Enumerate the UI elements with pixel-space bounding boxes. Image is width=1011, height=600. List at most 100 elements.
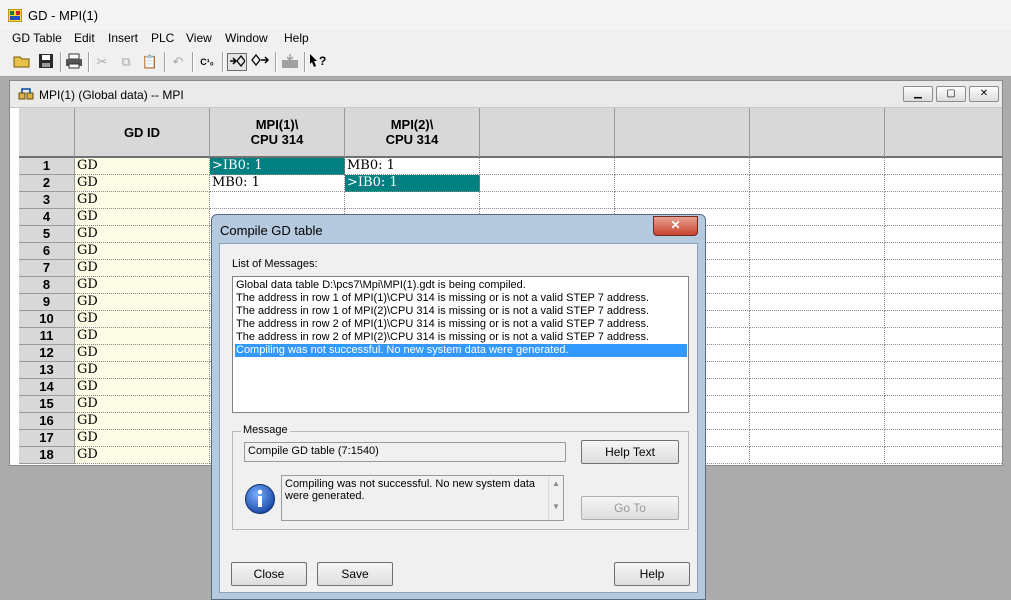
gd-id-cell[interactable]: GD xyxy=(75,328,210,345)
empty-cell[interactable] xyxy=(615,175,750,192)
close-child-button[interactable]: ✕ xyxy=(969,86,999,102)
empty-cell[interactable] xyxy=(885,243,1002,260)
minimize-button[interactable]: ▁ xyxy=(903,86,933,102)
gd-id-cell[interactable]: GD xyxy=(75,447,210,464)
menu-window[interactable]: Window xyxy=(225,31,268,45)
empty-cell[interactable] xyxy=(750,328,885,345)
empty-cell[interactable] xyxy=(885,260,1002,277)
gd-id-cell[interactable]: GD xyxy=(75,277,210,294)
save-button[interactable]: Save xyxy=(317,562,393,586)
empty-cell[interactable] xyxy=(750,175,885,192)
empty-cell[interactable] xyxy=(750,430,885,447)
empty-cell[interactable] xyxy=(750,311,885,328)
empty-cell[interactable] xyxy=(885,158,1002,175)
gd-id-cell[interactable]: GD xyxy=(75,311,210,328)
menu-view[interactable]: View xyxy=(186,31,212,45)
mpi1-cell[interactable]: MB0: 1 xyxy=(210,175,345,192)
row-header[interactable]: 10 xyxy=(19,311,75,328)
empty-cell[interactable] xyxy=(750,226,885,243)
empty-cell[interactable] xyxy=(885,226,1002,243)
menu-insert[interactable]: Insert xyxy=(108,31,138,45)
header-mpi1[interactable]: MPI(1)\ CPU 314 xyxy=(210,108,345,158)
row-header[interactable]: 14 xyxy=(19,379,75,396)
close-button[interactable]: Close xyxy=(231,562,307,586)
empty-cell[interactable] xyxy=(480,192,615,209)
gd-id-cell[interactable]: GD xyxy=(75,294,210,311)
empty-cell[interactable] xyxy=(750,277,885,294)
menu-plc[interactable]: PLC xyxy=(151,31,174,45)
download-icon[interactable] xyxy=(227,53,247,71)
menu-gd-table[interactable]: GD Table xyxy=(12,31,62,45)
empty-cell[interactable] xyxy=(885,311,1002,328)
empty-cell[interactable] xyxy=(615,158,750,175)
dialog-close-button[interactable]: ✕ xyxy=(653,216,698,236)
empty-cell[interactable] xyxy=(885,209,1002,226)
empty-cell[interactable] xyxy=(885,396,1002,413)
empty-cell[interactable] xyxy=(480,158,615,175)
maximize-button[interactable]: ▢ xyxy=(936,86,966,102)
mpi1-cell[interactable]: >IB0: 1 xyxy=(210,158,345,175)
message-list[interactable]: Global data table D:\pcs7\Mpi\MPI(1).gdt… xyxy=(232,276,689,413)
gd-id-cell[interactable]: GD xyxy=(75,430,210,447)
message-scrollbar[interactable]: ▲ ▼ xyxy=(548,476,563,520)
empty-cell[interactable] xyxy=(750,158,885,175)
gd-id-cell[interactable]: GD xyxy=(75,362,210,379)
empty-cell[interactable] xyxy=(615,192,750,209)
empty-cell[interactable] xyxy=(885,328,1002,345)
row-header[interactable]: 1 xyxy=(19,158,75,175)
gd-id-cell[interactable]: GD xyxy=(75,243,210,260)
row-header[interactable]: 3 xyxy=(19,192,75,209)
empty-cell[interactable] xyxy=(750,396,885,413)
empty-cell[interactable] xyxy=(885,413,1002,430)
gd-id-cell[interactable]: GD xyxy=(75,396,210,413)
empty-cell[interactable] xyxy=(480,175,615,192)
empty-cell[interactable] xyxy=(885,430,1002,447)
row-header[interactable]: 8 xyxy=(19,277,75,294)
row-header[interactable]: 7 xyxy=(19,260,75,277)
list-item[interactable]: The address in row 2 of MPI(2)\CPU 314 i… xyxy=(235,331,687,344)
empty-cell[interactable] xyxy=(750,362,885,379)
mpi1-cell[interactable] xyxy=(210,192,345,209)
row-header[interactable]: 11 xyxy=(19,328,75,345)
menu-edit[interactable]: Edit xyxy=(74,31,95,45)
gd-id-cell[interactable]: GD xyxy=(75,175,210,192)
gd-id-cell[interactable]: GD xyxy=(75,260,210,277)
row-header[interactable]: 13 xyxy=(19,362,75,379)
gd-id-cell[interactable]: GD xyxy=(75,379,210,396)
empty-cell[interactable] xyxy=(885,362,1002,379)
empty-cell[interactable] xyxy=(885,379,1002,396)
empty-cell[interactable] xyxy=(885,345,1002,362)
mpi2-cell[interactable] xyxy=(345,192,480,209)
empty-cell[interactable] xyxy=(885,447,1002,464)
header-empty-5[interactable] xyxy=(615,108,750,158)
help-icon[interactable]: ? xyxy=(308,53,328,71)
header-empty-4[interactable] xyxy=(480,108,615,158)
row-header[interactable]: 18 xyxy=(19,447,75,464)
header-gd-id[interactable]: GD ID xyxy=(75,108,210,158)
help-button[interactable]: Help xyxy=(614,562,690,586)
gd-id-cell[interactable]: GD xyxy=(75,192,210,209)
row-header[interactable]: 9 xyxy=(19,294,75,311)
compile-icon[interactable]: C¹₀ xyxy=(197,53,217,71)
list-item-selected[interactable]: Compiling was not successful. No new sys… xyxy=(235,344,687,357)
list-item[interactable]: The address in row 1 of MPI(1)\CPU 314 i… xyxy=(235,292,687,305)
save-icon[interactable] xyxy=(36,53,56,71)
row-header[interactable]: 17 xyxy=(19,430,75,447)
row-header[interactable]: 4 xyxy=(19,209,75,226)
gd-id-cell[interactable]: GD xyxy=(75,226,210,243)
mpi2-cell[interactable]: MB0: 1 xyxy=(345,158,480,175)
header-empty-7[interactable] xyxy=(885,108,1002,158)
empty-cell[interactable] xyxy=(885,277,1002,294)
empty-cell[interactable] xyxy=(750,260,885,277)
gd-id-cell[interactable]: GD xyxy=(75,209,210,226)
empty-cell[interactable] xyxy=(750,447,885,464)
help-text-button[interactable]: Help Text xyxy=(581,440,679,464)
upload-icon[interactable] xyxy=(250,53,270,71)
empty-cell[interactable] xyxy=(750,192,885,209)
row-header[interactable]: 6 xyxy=(19,243,75,260)
empty-cell[interactable] xyxy=(750,379,885,396)
header-empty-6[interactable] xyxy=(750,108,885,158)
open-icon[interactable] xyxy=(12,53,32,71)
gd-id-cell[interactable]: GD xyxy=(75,413,210,430)
mpi2-cell[interactable]: >IB0: 1 xyxy=(345,175,480,192)
